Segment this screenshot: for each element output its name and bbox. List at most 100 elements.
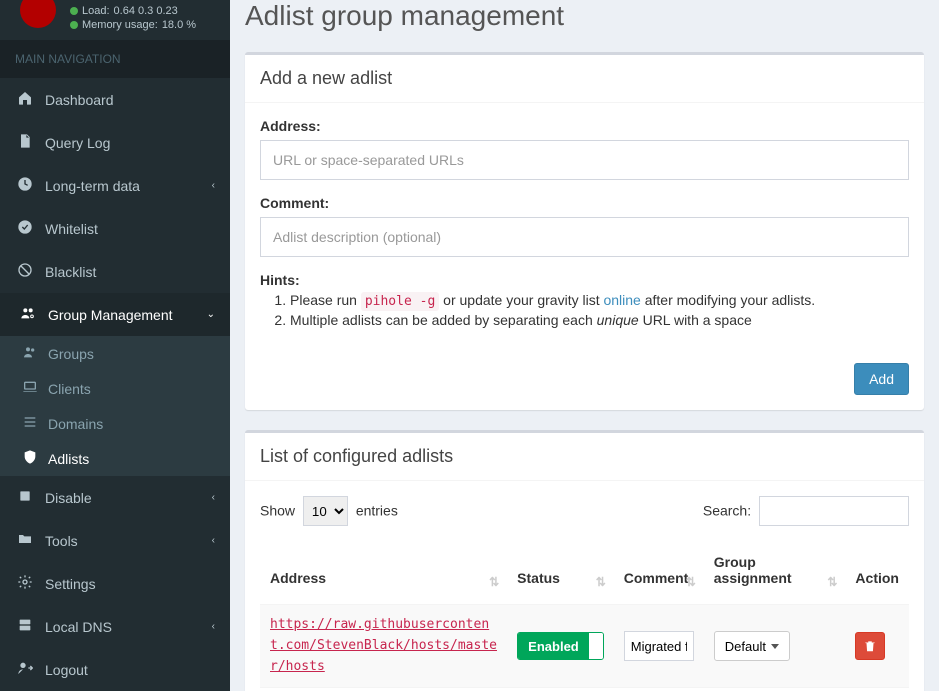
status-memory: Memory usage: 18.0 % xyxy=(70,18,220,32)
stop-icon xyxy=(15,488,35,507)
configured-adlists-box: List of configured adlists Show 10 entri… xyxy=(245,430,924,691)
status-dot-icon xyxy=(70,21,78,29)
table-toolbar: Show 10 entries Search: xyxy=(260,496,909,526)
box-header: Add a new adlist xyxy=(245,55,924,103)
chevron-left-icon: ‹ xyxy=(212,621,215,632)
status-label: Enabled xyxy=(518,633,589,659)
code-snippet: pihole -g xyxy=(361,292,439,311)
clock-icon xyxy=(15,176,35,195)
memory-label: Memory usage: xyxy=(82,18,158,32)
sidebar: Load: 0.64 0.3 0.23 Memory usage: 18.0 %… xyxy=(0,0,230,691)
add-adlist-box: Add a new adlist Address: Comment: Hints… xyxy=(245,52,924,410)
sidebar-item-label: Clients xyxy=(48,381,91,397)
status-load: Load: 0.64 0.3 0.23 xyxy=(70,4,220,18)
page-size-select[interactable]: 10 xyxy=(303,496,348,526)
col-group[interactable]: Group assignment⇅ xyxy=(704,536,846,605)
memory-value: 18.0 % xyxy=(162,18,196,32)
users-cog-icon xyxy=(18,305,38,324)
sidebar-item-label: Tools xyxy=(45,533,78,549)
chevron-left-icon: ‹ xyxy=(212,535,215,546)
sidebar-item-groups[interactable]: Groups xyxy=(0,336,230,371)
table-length-control: Show 10 entries xyxy=(260,496,398,526)
sidebar-item-group-management[interactable]: Group Management ⌄ xyxy=(0,293,230,336)
search-label: Search: xyxy=(703,503,751,519)
sort-icon: ⇅ xyxy=(596,579,606,586)
sidebar-item-label: Query Log xyxy=(45,135,110,151)
table-search-control: Search: xyxy=(703,496,909,526)
server-icon xyxy=(15,617,35,636)
sidebar-item-label: Dashboard xyxy=(45,92,114,108)
group-submenu: Groups Clients Domains Adlists xyxy=(0,336,230,476)
entries-label: entries xyxy=(356,503,398,519)
adlist-address-link[interactable]: https://raw.githubusercontent.com/Steven… xyxy=(270,615,497,677)
hint-item: Multiple adlists can be added by separat… xyxy=(290,312,909,328)
sidebar-item-label: Groups xyxy=(48,346,94,362)
sidebar-item-localdns[interactable]: Local DNS ‹ xyxy=(0,605,230,648)
col-status[interactable]: Status⇅ xyxy=(507,536,614,605)
caret-down-icon xyxy=(771,644,779,649)
delete-button[interactable] xyxy=(855,632,885,660)
shield-icon xyxy=(20,449,40,468)
col-action: Action xyxy=(845,536,909,605)
sidebar-item-label: Long-term data xyxy=(45,178,140,194)
sidebar-item-label: Domains xyxy=(48,416,103,432)
status-toggle[interactable]: Enabled xyxy=(517,632,604,660)
sidebar-item-logout[interactable]: Logout xyxy=(0,648,230,691)
logo-icon xyxy=(20,0,56,28)
address-input[interactable] xyxy=(260,140,909,180)
search-input[interactable] xyxy=(759,496,909,526)
adlists-table: Address⇅ Status⇅ Comment⇅ Group assignme… xyxy=(260,536,909,691)
show-label: Show xyxy=(260,503,295,519)
sidebar-item-label: Group Management xyxy=(48,307,173,323)
status-dot-icon xyxy=(70,7,78,15)
sidebar-item-clients[interactable]: Clients xyxy=(0,371,230,406)
gear-icon xyxy=(15,574,35,593)
users-icon xyxy=(20,344,40,363)
load-label: Load: xyxy=(82,4,110,18)
sidebar-item-adlists[interactable]: Adlists xyxy=(0,441,230,476)
sidebar-item-blacklist[interactable]: Blacklist xyxy=(0,250,230,293)
sidebar-item-label: Local DNS xyxy=(45,619,112,635)
col-address[interactable]: Address⇅ xyxy=(260,536,507,605)
logout-icon xyxy=(15,660,35,679)
sidebar-item-tools[interactable]: Tools ‹ xyxy=(0,519,230,562)
main-content: Adlist group management Add a new adlist… xyxy=(230,0,939,691)
sidebar-item-querylog[interactable]: Query Log xyxy=(0,121,230,164)
sidebar-item-label: Settings xyxy=(45,576,96,592)
sidebar-item-whitelist[interactable]: Whitelist xyxy=(0,207,230,250)
row-comment-input[interactable] xyxy=(624,631,694,661)
hints-label: Hints: xyxy=(260,272,909,288)
load-values: 0.64 0.3 0.23 xyxy=(114,4,178,18)
table-row: https://raw.githubusercontent.com/Steven… xyxy=(260,605,909,688)
folder-icon xyxy=(15,531,35,550)
col-comment[interactable]: Comment⇅ xyxy=(614,536,704,605)
online-link[interactable]: online xyxy=(603,292,640,308)
chevron-down-icon: ⌄ xyxy=(207,309,215,320)
add-button[interactable]: Add xyxy=(854,363,909,395)
nav-header: MAIN NAVIGATION xyxy=(0,40,230,78)
box-header: List of configured adlists xyxy=(245,433,924,481)
group-assignment-select[interactable]: Default xyxy=(714,631,790,661)
sidebar-item-disable[interactable]: Disable ‹ xyxy=(0,476,230,519)
sidebar-item-label: Logout xyxy=(45,662,88,678)
chevron-left-icon: ‹ xyxy=(212,180,215,191)
sidebar-item-label: Disable xyxy=(45,490,92,506)
file-icon xyxy=(15,133,35,152)
laptop-icon xyxy=(20,379,40,398)
list-icon xyxy=(20,414,40,433)
sidebar-item-dashboard[interactable]: Dashboard xyxy=(0,78,230,121)
sidebar-item-label: Whitelist xyxy=(45,221,98,237)
check-circle-icon xyxy=(15,219,35,238)
sidebar-item-settings[interactable]: Settings xyxy=(0,562,230,605)
sidebar-item-longterm[interactable]: Long-term data ‹ xyxy=(0,164,230,207)
sidebar-item-domains[interactable]: Domains xyxy=(0,406,230,441)
sort-icon: ⇅ xyxy=(489,579,499,586)
hints-list: Please run pihole -g or update your grav… xyxy=(260,292,909,328)
status-block: Load: 0.64 0.3 0.23 Memory usage: 18.0 % xyxy=(0,0,230,40)
sidebar-item-label: Adlists xyxy=(48,451,89,467)
toggle-handle xyxy=(589,633,603,659)
comment-input[interactable] xyxy=(260,217,909,257)
address-label: Address: xyxy=(260,118,909,134)
sidebar-item-label: Blacklist xyxy=(45,264,96,280)
hint-item: Please run pihole -g or update your grav… xyxy=(290,292,909,309)
